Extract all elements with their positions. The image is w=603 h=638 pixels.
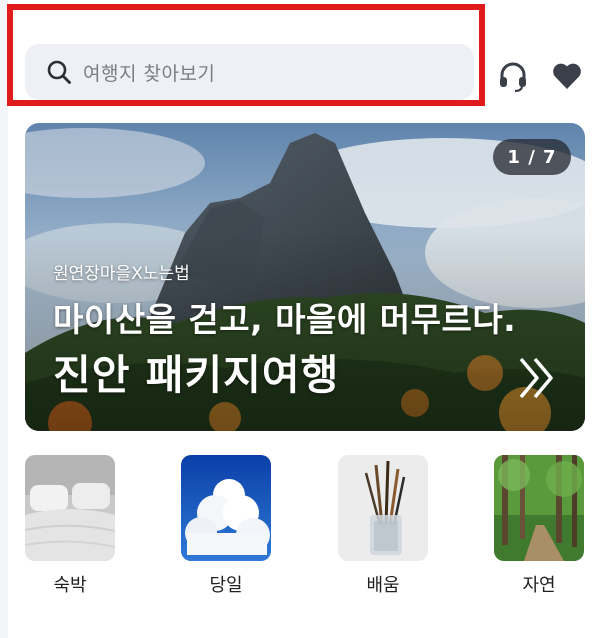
banner-title: 진안 패키지여행 <box>53 351 340 399</box>
category-label: 당일 <box>209 575 243 596</box>
forest-path-image <box>494 455 584 561</box>
double-chevron-right-icon[interactable] <box>517 355 557 405</box>
cloud-sky-image <box>181 455 271 561</box>
category-day-trip[interactable]: 당일 <box>180 455 272 597</box>
category-label: 자연 <box>522 575 556 596</box>
banner-subtitle: 원연장마을X노는법 <box>53 264 190 284</box>
category-label: 배움 <box>366 575 400 596</box>
promo-banner[interactable]: 1 / 7 원연장마을X노는법 마이산을 걷고, 마을에 머무르다. 진안 패키… <box>25 123 585 431</box>
heart-icon[interactable] <box>549 58 585 94</box>
page-indicator-badge: 1 / 7 <box>493 139 571 175</box>
highlight-box <box>7 4 485 106</box>
category-lodging[interactable]: 숙박 <box>24 455 116 597</box>
headset-icon[interactable] <box>495 58 531 94</box>
bed-image <box>25 455 115 561</box>
category-label: 숙박 <box>53 575 87 596</box>
category-learning[interactable]: 배움 <box>337 455 429 597</box>
banner-headline: 마이산을 걷고, 마을에 머무르다. <box>53 300 517 339</box>
paintbrush-cup-image <box>338 455 428 561</box>
category-nature[interactable]: 자연 <box>493 455 585 597</box>
